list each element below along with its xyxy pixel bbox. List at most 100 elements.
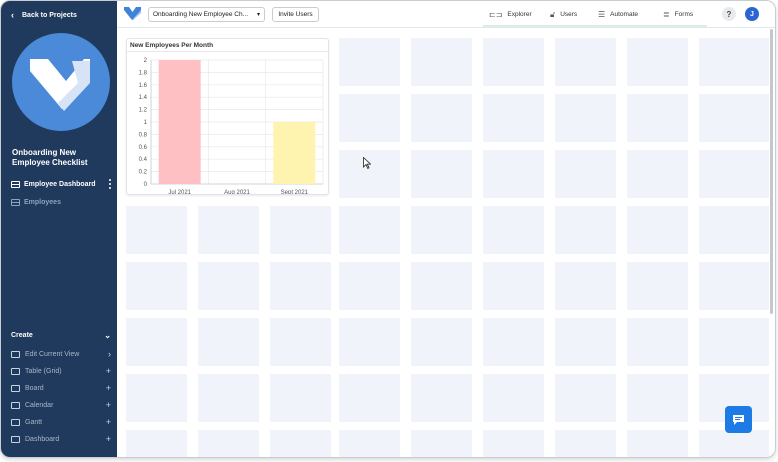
empty-grid-cell xyxy=(699,262,769,310)
chevron-right-icon: › xyxy=(108,348,111,359)
tab-label: Explorer xyxy=(507,11,532,18)
empty-grid-cell xyxy=(411,38,472,86)
plus-icon: + xyxy=(105,433,111,444)
empty-grid-cell xyxy=(198,262,259,310)
empty-grid-cell xyxy=(555,262,616,310)
mouse-cursor-icon xyxy=(363,157,371,169)
dashboard-icon xyxy=(11,435,20,443)
forms-icon: ≣ xyxy=(663,10,670,19)
back-to-projects-label: Back to Projects xyxy=(22,11,77,19)
empty-grid-cell xyxy=(555,150,616,198)
tab-forms[interactable]: ≣ Forms xyxy=(663,1,693,28)
empty-grid-cell xyxy=(339,430,400,457)
empty-grid-cell xyxy=(699,430,769,457)
empty-grid-cell xyxy=(627,150,688,198)
tab-label: Users xyxy=(560,11,578,18)
y-tick-label: 1.4 xyxy=(139,95,148,101)
chevron-left-icon: ‹ xyxy=(11,9,14,20)
empty-grid-cell xyxy=(126,262,187,310)
edit-icon xyxy=(11,350,20,358)
chat-icon xyxy=(733,414,744,425)
table-icon xyxy=(11,367,20,375)
empty-grid-cell xyxy=(627,94,688,142)
empty-grid-cell xyxy=(627,430,688,457)
create-item-label: Board xyxy=(25,384,44,392)
avatar[interactable]: J xyxy=(745,7,759,21)
empty-grid-cell xyxy=(198,318,259,366)
empty-grid-cell xyxy=(411,374,472,422)
empty-grid-cell xyxy=(627,318,688,366)
empty-grid-cell xyxy=(411,318,472,366)
empty-grid-cell xyxy=(699,94,769,142)
y-tick-label: 1.2 xyxy=(139,108,148,114)
create-board[interactable]: Board + xyxy=(11,382,111,394)
empty-grid-cell xyxy=(126,206,187,254)
create-label: Create xyxy=(11,331,33,339)
empty-grid-cell xyxy=(699,38,769,86)
bar-chart: 0 0.2 0.4 0.6 0.8 1 1.2 1.4 1.6 1.8 2 Jul 2021 Aug 2… xyxy=(139,58,324,194)
dashboard-icon xyxy=(11,180,20,188)
chart-widget[interactable]: New Employees Per Month 0 0.2 0.4 0.6 0.8 1 1.… xyxy=(126,38,329,195)
app-logo-icon[interactable] xyxy=(124,6,141,21)
help-button[interactable]: ? xyxy=(722,7,736,21)
create-table-grid[interactable]: Table (Grid) + xyxy=(11,365,111,377)
y-tick-label: 1.6 xyxy=(139,83,148,89)
empty-grid-cell xyxy=(555,38,616,86)
empty-grid-cell xyxy=(555,374,616,422)
empty-grid-cell xyxy=(339,262,400,310)
empty-grid-cell xyxy=(483,150,544,198)
sidebar-item-employees[interactable]: Employees xyxy=(11,196,113,208)
empty-grid-cell xyxy=(270,430,331,457)
x-tick-label: Aug 2021 xyxy=(224,190,250,194)
sidebar-item-employee-dashboard[interactable]: Employee Dashboard xyxy=(11,178,113,190)
project-select[interactable]: Onboarding New Employee Ch... ▾ xyxy=(148,7,265,22)
empty-grid-cell xyxy=(198,430,259,457)
back-to-projects-link[interactable]: ‹ Back to Projects xyxy=(11,9,77,21)
create-gantt[interactable]: Gantt + xyxy=(11,416,111,428)
tab-active-underline xyxy=(483,25,707,27)
create-item-label: Gantt xyxy=(25,418,43,426)
empty-grid-cell xyxy=(270,262,331,310)
tab-explorer[interactable]: ⊏⊐ Explorer xyxy=(489,1,532,28)
empty-grid-cell xyxy=(198,374,259,422)
create-edit-current-view[interactable]: Edit Current View › xyxy=(11,348,111,360)
empty-grid-cell xyxy=(270,206,331,254)
create-calendar[interactable]: Calendar + xyxy=(11,399,111,411)
bar xyxy=(273,122,316,184)
bar xyxy=(158,60,201,184)
board-icon xyxy=(11,384,20,392)
project-logo xyxy=(12,33,110,131)
empty-grid-cell xyxy=(339,318,400,366)
y-tick-label: 1 xyxy=(144,120,148,126)
top-bar: Onboarding New Employee Ch... ▾ Invite U… xyxy=(117,1,775,28)
empty-grid-cell xyxy=(699,206,769,254)
tab-automate[interactable]: ☰ Automate xyxy=(598,1,638,28)
create-section-header[interactable]: Create ⌄ xyxy=(11,329,111,341)
tab-label: Forms xyxy=(674,11,694,18)
y-tick-label: 0.6 xyxy=(139,145,148,151)
empty-grid-cell xyxy=(555,430,616,457)
project-title: Onboarding New Employee Checklist xyxy=(12,148,88,167)
dashboard-canvas: New Employees Per Month 0 0.2 0.4 0.6 0.8 1 1.… xyxy=(117,28,775,457)
table-icon xyxy=(11,198,20,206)
create-dashboard[interactable]: Dashboard + xyxy=(11,433,111,445)
x-tick-label: Sept 2021 xyxy=(281,190,309,194)
sidebar: ‹ Back to Projects Onboarding New Employ… xyxy=(1,1,117,457)
create-item-label: Table (Grid) xyxy=(25,367,62,375)
empty-grid-cell xyxy=(411,150,472,198)
automate-icon: ☰ xyxy=(598,10,606,19)
empty-grid-cell xyxy=(411,94,472,142)
empty-grid-cell xyxy=(411,262,472,310)
empty-grid-cell xyxy=(483,374,544,422)
vertical-scrollbar[interactable] xyxy=(770,29,773,314)
empty-grid-cell xyxy=(627,262,688,310)
tab-users[interactable]: 🔓︎ Users xyxy=(550,1,577,28)
create-item-label: Calendar xyxy=(25,401,54,409)
chat-button[interactable] xyxy=(725,406,752,433)
empty-grid-cell xyxy=(339,38,400,86)
sidebar-item-label: Employees xyxy=(24,198,61,206)
plus-icon: + xyxy=(105,382,111,393)
explorer-icon: ⊏⊐ xyxy=(489,10,503,19)
more-options-icon[interactable] xyxy=(108,179,111,189)
invite-users-button[interactable]: Invite Users xyxy=(272,7,319,22)
